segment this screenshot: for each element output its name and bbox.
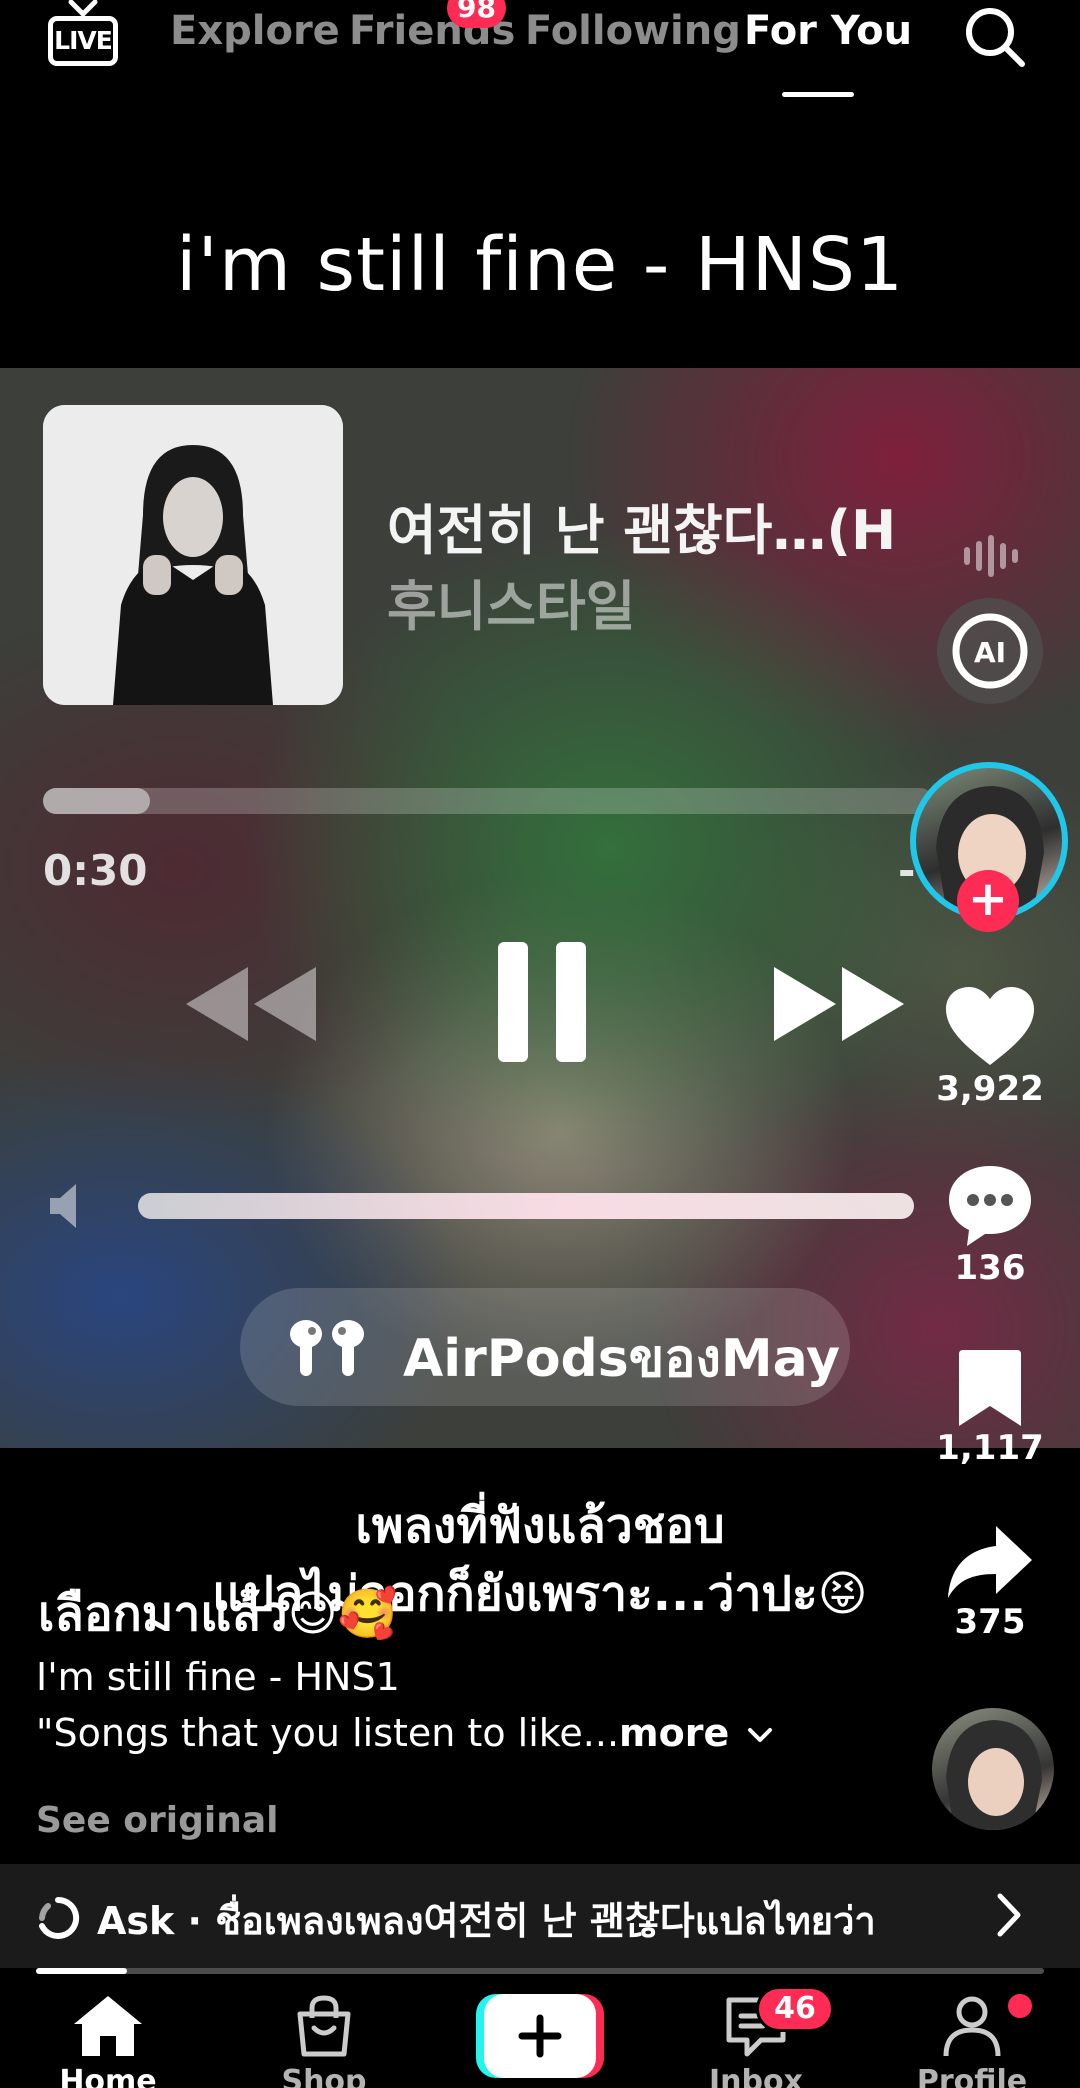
volume-slider [138, 1193, 914, 1219]
rewind-icon [186, 967, 316, 1041]
pause-icon [498, 942, 586, 1062]
caption-title: เลือกมาแล้ว😊🥰 [38, 1586, 398, 1642]
heart-icon [946, 987, 1034, 1065]
nav-home[interactable]: Home [38, 1976, 178, 2088]
nav-shop[interactable]: Shop [254, 1976, 394, 2088]
video-progress-bar[interactable] [36, 1968, 1044, 1974]
video-progress-fill [36, 1968, 127, 1974]
svg-text:AI: AI [974, 636, 1006, 669]
caption-description-text: "Songs that you listen to like... [36, 1711, 620, 1755]
time-elapsed: 0:30 [43, 846, 148, 895]
search-icon[interactable] [962, 4, 1028, 70]
live-label: LIVE [48, 16, 118, 66]
nav-home-label: Home [59, 2064, 157, 2088]
comment-count: 136 [954, 1248, 1026, 1288]
shopping-bag-icon [297, 1995, 351, 2057]
nav-inbox-label: Inbox [709, 2064, 803, 2088]
airplay-device-pill: AirPodsของMay [240, 1288, 850, 1406]
caption-song: I'm still fine - HNS1 [36, 1655, 400, 1699]
song-progress-fill [43, 788, 150, 814]
video-player-frame[interactable]: 여전히 난 괜찮다…(H 후니스타일 0:30 - AirPodsของMay [0, 368, 1080, 1448]
album-art [43, 405, 343, 705]
active-tab-indicator [782, 92, 854, 97]
sound-wave-icon [964, 535, 1018, 577]
profile-icon [943, 1996, 1001, 2057]
airplay-device-label: AirPodsของMay [403, 1329, 841, 1389]
album-art-image [43, 405, 343, 705]
comment-icon [949, 1166, 1031, 1246]
nav-shop-label: Shop [281, 2064, 367, 2088]
nav-profile[interactable]: Profile [902, 1976, 1042, 2088]
profile-notification-dot [1008, 1994, 1032, 2018]
comment-action[interactable]: 136 [930, 1162, 1050, 1288]
chevron-right-icon [997, 1893, 1021, 1937]
ask-ai-icon [39, 1896, 80, 1939]
create-video-button[interactable] [476, 1994, 604, 2078]
caption-description: "Songs that you listen to like...more [36, 1711, 773, 1755]
airpods-icon [290, 1320, 364, 1376]
song-progress-bar [43, 788, 933, 814]
caption-more-link[interactable]: more [619, 1711, 729, 1755]
live-icon[interactable]: LIVE [44, 0, 124, 72]
song-title: 여전히 난 괜찮다…(H [387, 499, 897, 562]
bottom-navigation: Home Shop Inbox 46 Profile [0, 1976, 1080, 2088]
tab-for-you[interactable]: For You [744, 8, 912, 54]
inbox-badge: 46 [756, 1986, 834, 2032]
save-action[interactable]: 1,117 [930, 1348, 1050, 1468]
like-action[interactable]: 3,922 [930, 985, 1050, 1109]
music-disc-avatar[interactable] [932, 1708, 1054, 1830]
save-count: 1,117 [936, 1428, 1044, 1468]
follow-button[interactable]: + [957, 870, 1019, 932]
song-artist: 후니스타일 [387, 575, 636, 638]
top-navigation: LIVE Explore Friends 98 Following For Yo… [0, 0, 1080, 110]
video-title-overlay: i'm still fine - HNS1 [175, 222, 905, 308]
ai-button[interactable]: AI [937, 598, 1043, 704]
nav-profile-label: Profile [916, 2064, 1028, 2088]
ask-search-bar[interactable]: Ask · ชื่อเพลงเพลง여전히 난 괜찮다แปลไทยว่า [0, 1864, 1080, 1968]
like-count: 3,922 [936, 1069, 1044, 1109]
overlay-caption-line-1: เพลงที่ฟังแล้วชอบ [355, 1498, 725, 1554]
tab-following[interactable]: Following [525, 8, 741, 54]
chevron-down-icon[interactable] [747, 1727, 773, 1745]
fast-forward-icon [774, 967, 904, 1041]
bookmark-icon [959, 1350, 1021, 1426]
friends-badge: 98 [447, 0, 506, 28]
music-disc-image [946, 1720, 1042, 1830]
ask-query-text: Ask · ชื่อเพลงเพลง여전히 난 괜찮다แปลไทยว่า [97, 1899, 876, 1943]
home-icon [74, 1996, 142, 2056]
see-original-link[interactable]: See original [36, 1800, 279, 1841]
volume-low-icon [50, 1184, 76, 1228]
ai-icon: AI [952, 613, 1028, 689]
tab-explore[interactable]: Explore [170, 8, 340, 54]
